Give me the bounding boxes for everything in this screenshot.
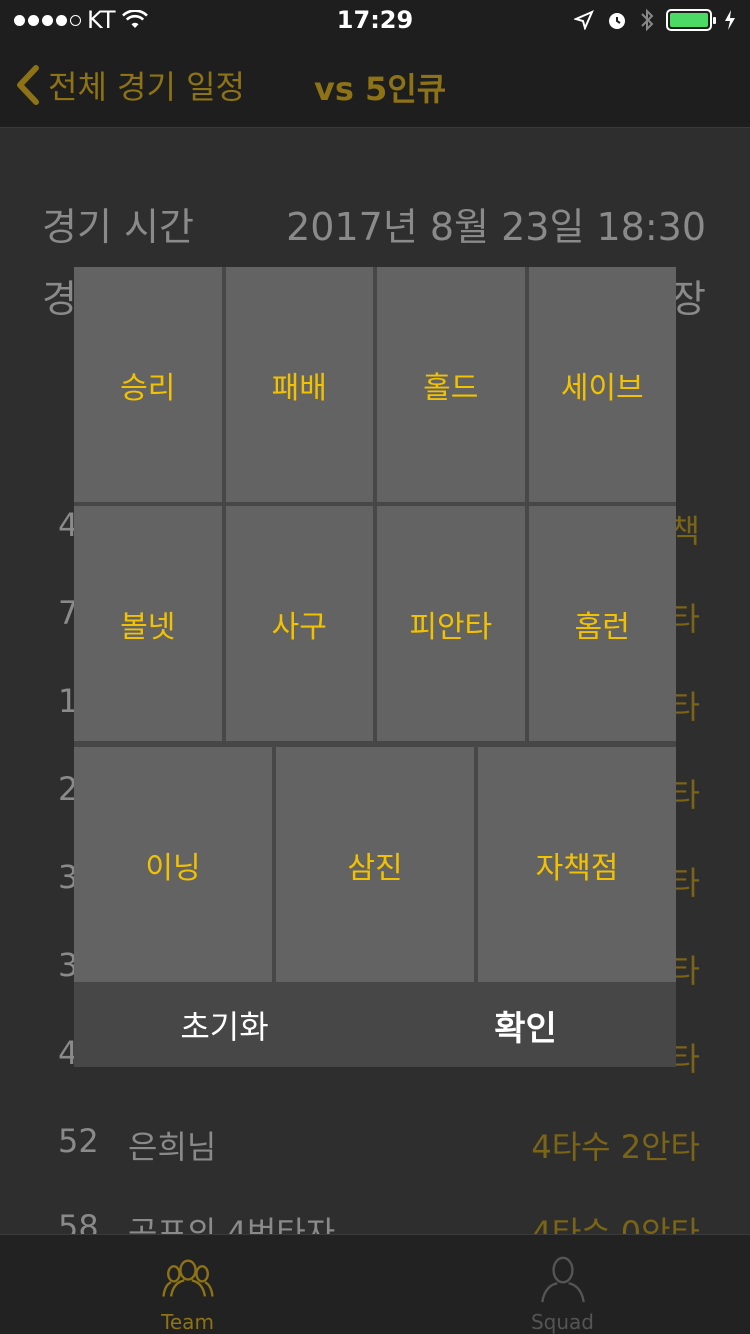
page-title: vs 5인큐: [314, 70, 447, 108]
reset-button[interactable]: 초기화: [74, 983, 375, 1067]
tab-squad[interactable]: Squad: [375, 1235, 750, 1334]
player-number: 52: [58, 1122, 99, 1160]
game-place-label: 경: [42, 277, 77, 321]
status-bar: KT 17:29: [0, 0, 750, 40]
alarm-icon: [609, 13, 625, 29]
stat-option-strikeouts[interactable]: 삼진: [276, 747, 474, 982]
tab-bar: Team Squad: [0, 1234, 750, 1334]
back-button[interactable]: 전체 경기 일정: [14, 62, 245, 108]
stat-option-hold[interactable]: 홀드: [377, 267, 525, 502]
player-stat: 4타수 2안타: [531, 1128, 700, 1166]
chevron-left-icon: [17, 65, 39, 105]
person-icon: [540, 1256, 585, 1303]
navigation-bar: 전체 경기 일정 vs 5인큐: [0, 40, 750, 128]
stat-option-innings[interactable]: 이닝: [74, 747, 272, 982]
stat-option-walk[interactable]: 볼넷: [74, 506, 222, 741]
game-time-value: 2017년 8월 23일 18:30: [286, 205, 706, 249]
game-place-value: 장: [671, 277, 706, 321]
stat-option-earned-runs[interactable]: 자책점: [478, 747, 676, 982]
player-row[interactable]: 52 은희님 4타수 2안타: [0, 1122, 750, 1182]
bluetooth-icon: [641, 8, 654, 32]
location-arrow-icon: [574, 10, 594, 30]
tab-team[interactable]: Team: [0, 1235, 375, 1334]
player-name: 은희님: [128, 1128, 217, 1166]
back-label: 전체 경기 일정: [48, 68, 245, 106]
stat-picker-modal: 승리 패배 홀드 세이브 볼넷 사구 피안타 홈런 이닝 삼진 자책점 초기화 …: [74, 267, 676, 1067]
tab-squad-label: Squad: [530, 1310, 595, 1334]
status-right: [574, 8, 736, 32]
stat-grid-bottom: 이닝 삼진 자책점: [74, 747, 676, 982]
game-time-row: 경기 시간 2017년 8월 23일 18:30: [42, 196, 706, 251]
stat-option-save[interactable]: 세이브: [528, 267, 676, 502]
tab-team-label: Team: [161, 1310, 214, 1334]
battery-icon: [666, 9, 716, 31]
modal-footer: 초기화 확인: [74, 983, 676, 1067]
charging-icon: [725, 10, 735, 30]
stat-option-hit-by-pitch[interactable]: 사구: [225, 506, 373, 741]
confirm-button[interactable]: 확인: [375, 983, 676, 1067]
stat-grid-top: 승리 패배 홀드 세이브 볼넷 사구 피안타 홈런: [74, 267, 676, 741]
team-icon: [161, 1259, 214, 1297]
battery-level: [670, 13, 708, 27]
stat-option-home-run[interactable]: 홈런: [528, 506, 676, 741]
game-time-label: 경기 시간: [42, 205, 194, 249]
stat-option-hits-allowed[interactable]: 피안타: [377, 506, 525, 741]
stat-option-win[interactable]: 승리: [74, 267, 222, 502]
stat-option-loss[interactable]: 패배: [225, 267, 373, 502]
